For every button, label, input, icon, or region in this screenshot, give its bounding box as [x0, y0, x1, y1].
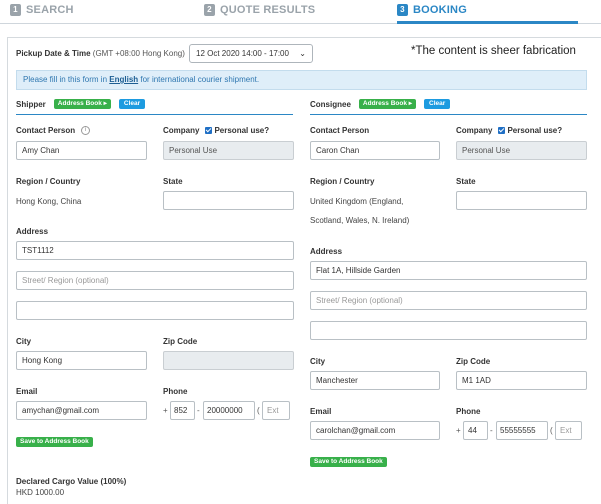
- shipper-state-label: State: [163, 177, 183, 186]
- consignee-city-input[interactable]: Manchester: [310, 371, 440, 390]
- pickup-datetime-value: 12 Oct 2020 14:00 - 17:00: [196, 49, 289, 58]
- pickup-datetime-select[interactable]: 12 Oct 2020 14:00 - 17:00 ⌄: [189, 44, 313, 63]
- consignee-phone-ext[interactable]: Ext: [555, 421, 582, 440]
- cargo-value: HKD 1000.00: [16, 488, 65, 497]
- consignee-contact-input[interactable]: Caron Chan: [310, 141, 440, 160]
- shipper-address-line2[interactable]: Street/ Region (optional): [16, 271, 294, 290]
- consignee-zip-label: Zip Code: [456, 357, 491, 366]
- consignee-address-line3[interactable]: [310, 321, 587, 340]
- step-number: 1: [10, 4, 21, 16]
- shipper-company-input: Personal Use: [163, 141, 294, 160]
- consignee-header: Consignee Address Book ▸ Clear: [310, 99, 451, 109]
- shipper-state-input[interactable]: [163, 191, 294, 210]
- shipper-save-address-button[interactable]: Save to Address Book: [16, 437, 93, 447]
- consignee-save-address-button[interactable]: Save to Address Book: [310, 457, 387, 467]
- shipper-email-label: Email: [16, 387, 38, 396]
- shipper-city-label: City: [16, 337, 32, 346]
- step-search[interactable]: 1 SEARCH: [10, 4, 74, 16]
- shipper-address-line3[interactable]: [16, 301, 294, 320]
- consignee-phone-number[interactable]: 55555555: [496, 421, 548, 440]
- phone-plus: +: [456, 426, 461, 435]
- consignee-contact-label: Contact Person: [310, 126, 370, 135]
- shipper-clear-button[interactable]: Clear: [118, 99, 146, 109]
- consignee-region-line2: Scotland, Wales, N. Ireland): [310, 216, 410, 225]
- consignee-city-label: City: [310, 357, 326, 366]
- consignee-address-label: Address: [310, 247, 343, 256]
- step-quote-results[interactable]: 2 QUOTE RESULTS: [204, 4, 315, 16]
- consignee-clear-button[interactable]: Clear: [424, 99, 451, 109]
- shipper-city-input[interactable]: Hong Kong: [16, 351, 147, 370]
- shipper-personal-use-checkbox[interactable]: [205, 127, 213, 134]
- consignee-email-input[interactable]: carolchan@gmail.com: [310, 421, 440, 440]
- step-booking[interactable]: 3 BOOKING: [397, 4, 467, 16]
- consignee-company-input: Personal Use: [456, 141, 587, 160]
- shipper-zip-input: [163, 351, 294, 370]
- shipper-company-label: Company Personal use?: [163, 126, 270, 135]
- shipper-region-value: Hong Kong, China: [16, 197, 82, 206]
- consignee-region-label: Region / Country: [310, 177, 375, 186]
- pickup-label: Pickup Date & Time (GMT +08:00 Hong Kong…: [16, 49, 185, 58]
- info-icon[interactable]: i: [81, 126, 91, 136]
- step-label: QUOTE RESULTS: [220, 4, 316, 16]
- consignee-address-book-button[interactable]: Address Book ▸: [358, 99, 417, 109]
- step-label: SEARCH: [26, 4, 74, 16]
- shipper-phone-country-code[interactable]: 852: [170, 401, 195, 420]
- consignee-phone-label: Phone: [456, 407, 481, 416]
- shipper-divider: [16, 114, 293, 115]
- consignee-address-line2[interactable]: Street/ Region (optional): [310, 291, 587, 310]
- info-banner: Please fill in this form in English for …: [16, 70, 587, 90]
- shipper-region-label: Region / Country: [16, 177, 81, 186]
- shipper-contact-label: Contact Person i: [16, 126, 91, 136]
- phone-paren: (: [550, 426, 553, 435]
- shipper-email-input[interactable]: amychan@gmail.com: [16, 401, 147, 420]
- booking-steps: 1 SEARCH 2 QUOTE RESULTS 3 BOOKING: [0, 0, 601, 24]
- language-link[interactable]: English: [109, 75, 138, 84]
- shipper-address-label: Address: [16, 227, 49, 236]
- consignee-title: Consignee: [310, 99, 351, 109]
- consignee-zip-input[interactable]: M1 1AD: [456, 371, 587, 390]
- consignee-company-label: Company Personal use?: [456, 126, 563, 135]
- phone-dash: -: [197, 406, 200, 415]
- consignee-personal-use-checkbox[interactable]: [498, 127, 506, 134]
- consignee-state-label: State: [456, 177, 476, 186]
- active-step-indicator: [397, 21, 578, 24]
- shipper-header: Shipper Address Book ▸ Clear: [16, 99, 146, 109]
- shipper-phone-number[interactable]: 20000000: [203, 401, 255, 420]
- step-label: BOOKING: [413, 4, 467, 16]
- consignee-phone-country-code[interactable]: 44: [463, 421, 488, 440]
- consignee-email-label: Email: [310, 407, 332, 416]
- step-number: 2: [204, 4, 215, 16]
- shipper-contact-input[interactable]: Amy Chan: [16, 141, 147, 160]
- chevron-down-icon: ⌄: [299, 49, 306, 58]
- phone-plus: +: [163, 406, 168, 415]
- pickup-timezone: (GMT +08:00 Hong Kong): [92, 49, 185, 58]
- shipper-zip-label: Zip Code: [163, 337, 198, 346]
- consignee-region-line1: United Kingdom (England,: [310, 197, 404, 206]
- shipper-address-book-button[interactable]: Address Book ▸: [53, 99, 111, 109]
- consignee-state-input[interactable]: [456, 191, 587, 210]
- shipper-title: Shipper: [16, 99, 46, 109]
- shipper-address-line1[interactable]: TST1112: [16, 241, 294, 260]
- consignee-address-line1[interactable]: Flat 1A, Hillside Garden: [310, 261, 587, 280]
- shipper-phone-ext[interactable]: Ext: [262, 401, 290, 420]
- shipper-phone-label: Phone: [163, 387, 188, 396]
- step-number: 3: [397, 4, 408, 16]
- consignee-divider: [310, 114, 587, 115]
- phone-dash: -: [490, 426, 493, 435]
- cargo-value-label: Declared Cargo Value (100%): [16, 477, 127, 486]
- phone-paren: (: [257, 406, 260, 415]
- fabrication-notice: *The content is sheer fabrication: [411, 45, 576, 57]
